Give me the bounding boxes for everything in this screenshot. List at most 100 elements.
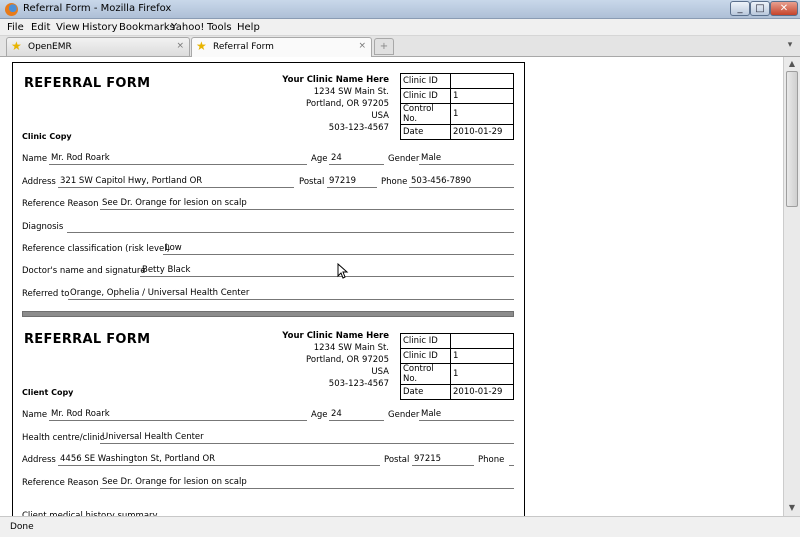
- reason-row: Reference Reason See Dr. Orange for lesi…: [22, 477, 514, 492]
- referral-page: REFERRAL FORM Clinic Copy Your Clinic Na…: [12, 62, 525, 532]
- health-centre-label: Health centre/clinic: [22, 433, 105, 443]
- name-row: Name Mr. Rod Roark Age 24 Gender Male: [22, 409, 514, 424]
- diagnosis-value: [67, 221, 514, 233]
- phone-value: 503-456-7890: [409, 176, 514, 188]
- id-value: [450, 333, 514, 349]
- tab-list-chevron-icon[interactable]: ▾: [784, 40, 796, 53]
- star-icon: ★: [11, 39, 22, 53]
- id-value: 2010-01-29: [450, 124, 514, 140]
- table-row: Clinic ID: [400, 73, 514, 89]
- health-centre-value: Universal Health Center: [100, 432, 514, 444]
- doctor-row: Doctor's name and signature Betty Black: [22, 265, 514, 280]
- tab-label: OpenEMR: [28, 42, 72, 52]
- table-row: Date 2010-01-29: [400, 124, 514, 140]
- clinic-phone: 503-123-4567: [328, 123, 389, 133]
- maximize-button[interactable]: □: [750, 1, 770, 16]
- menu-help[interactable]: Help: [237, 22, 260, 33]
- id-value: 1: [450, 88, 514, 104]
- table-row: Control No. 1: [400, 363, 514, 385]
- reason-value: See Dr. Orange for lesion on scalp: [100, 198, 514, 210]
- reason-row: Reference Reason See Dr. Orange for lesi…: [22, 198, 514, 213]
- form-title: REFERRAL FORM: [24, 76, 151, 91]
- table-row: Date 2010-01-29: [400, 384, 514, 400]
- clinic-city: Portland, OR 97205: [306, 355, 389, 365]
- postal-value: 97215: [412, 454, 474, 466]
- id-key: Date: [400, 384, 451, 400]
- referred-label: Referred to: [22, 289, 70, 299]
- id-table: Clinic ID Clinic ID 1 Control No. 1 Date 20…: [400, 333, 514, 400]
- clinic-name: Your Clinic Name Here: [282, 331, 389, 341]
- vertical-scrollbar[interactable]: ▲ ▼: [783, 57, 800, 516]
- clinic-name: Your Clinic Name Here: [282, 75, 389, 85]
- tab-referral-form[interactable]: ★ Referral Form ×: [191, 37, 372, 57]
- copy-label: Client Copy: [22, 388, 74, 397]
- menu-file[interactable]: File: [7, 22, 24, 33]
- gender-label: Gender: [388, 410, 420, 420]
- id-table: Clinic ID Clinic ID 1 Control No. 1 Date 20…: [400, 73, 514, 140]
- new-tab-button[interactable]: +: [374, 38, 394, 55]
- menu-history[interactable]: History: [82, 22, 118, 33]
- mouse-cursor-icon: [337, 263, 349, 279]
- clinic-street: 1234 SW Main St.: [313, 87, 389, 97]
- menu-tools[interactable]: Tools: [207, 22, 232, 33]
- table-row: Clinic ID 1: [400, 348, 514, 364]
- address-label: Address: [22, 455, 56, 465]
- postal-label: Postal: [299, 177, 325, 187]
- close-window-button[interactable]: ✕: [770, 1, 798, 16]
- id-value: 2010-01-29: [450, 384, 514, 400]
- address-row: Address 321 SW Capitol Hwy, Portland OR …: [22, 176, 514, 191]
- address-row: Address 4456 SE Washington St, Portland …: [22, 454, 514, 469]
- age-value: 24: [329, 153, 384, 165]
- id-key: Clinic ID: [400, 73, 451, 89]
- reason-label: Reference Reason: [22, 478, 99, 488]
- star-icon: ★: [196, 39, 207, 53]
- close-tab-icon[interactable]: ×: [358, 41, 366, 51]
- tab-openemr[interactable]: ★ OpenEMR ×: [6, 37, 190, 56]
- name-value: Mr. Rod Roark: [49, 153, 307, 165]
- id-key: Date: [400, 124, 451, 140]
- scrollbar-thumb[interactable]: [786, 71, 798, 207]
- table-row: Control No. 1: [400, 103, 514, 125]
- clinic-city: Portland, OR 97205: [306, 99, 389, 109]
- clinic-address: Your Clinic Name Here 1234 SW Main St. P…: [239, 74, 389, 134]
- window-title: Referral Form - Mozilla Firefox: [23, 3, 172, 14]
- id-value: 1: [450, 103, 514, 125]
- risk-value: Low: [163, 243, 514, 255]
- id-key: Clinic ID: [400, 348, 451, 364]
- status-text: Done: [10, 522, 34, 532]
- menu-bookmarks[interactable]: Bookmarks: [119, 22, 175, 33]
- id-key: Clinic ID: [400, 88, 451, 104]
- age-label: Age: [311, 410, 328, 420]
- risk-row: Reference classification (risk level) Lo…: [22, 243, 514, 258]
- tab-label: Referral Form: [213, 42, 274, 52]
- close-tab-icon[interactable]: ×: [176, 41, 184, 51]
- address-value: 321 SW Capitol Hwy, Portland OR: [58, 176, 294, 188]
- id-value: 1: [450, 363, 514, 385]
- form-divider: [22, 311, 514, 317]
- scroll-up-icon[interactable]: ▲: [787, 59, 797, 69]
- age-value: 24: [329, 409, 384, 421]
- phone-label: Phone: [381, 177, 408, 187]
- clinic-country: USA: [371, 111, 389, 121]
- address-value: 4456 SE Washington St, Portland OR: [58, 454, 380, 466]
- minimize-button[interactable]: _: [730, 1, 750, 16]
- health-centre-row: Health centre/clinic Universal Health Ce…: [22, 432, 514, 447]
- table-row: Clinic ID 1: [400, 88, 514, 104]
- id-value: [450, 73, 514, 89]
- name-value: Mr. Rod Roark: [49, 409, 307, 421]
- diagnosis-label: Diagnosis: [22, 222, 64, 232]
- name-row: Name Mr. Rod Roark Age 24 Gender Male: [22, 153, 514, 168]
- menu-bar: File Edit View History Bookmarks Yahoo! …: [0, 19, 800, 36]
- phone-value: [509, 454, 514, 466]
- referred-value: Orange, Ophelia / Universal Health Cente…: [68, 288, 514, 300]
- scroll-down-icon[interactable]: ▼: [787, 503, 797, 513]
- gender-value: Male: [419, 409, 514, 421]
- reason-label: Reference Reason: [22, 199, 99, 209]
- table-row: Clinic ID: [400, 333, 514, 349]
- menu-yahoo[interactable]: Yahoo!: [171, 22, 204, 33]
- postal-value: 97219: [327, 176, 377, 188]
- diagnosis-row: Diagnosis: [22, 222, 514, 236]
- id-key: Clinic ID: [400, 333, 451, 349]
- menu-view[interactable]: View: [56, 22, 80, 33]
- menu-edit[interactable]: Edit: [31, 22, 50, 33]
